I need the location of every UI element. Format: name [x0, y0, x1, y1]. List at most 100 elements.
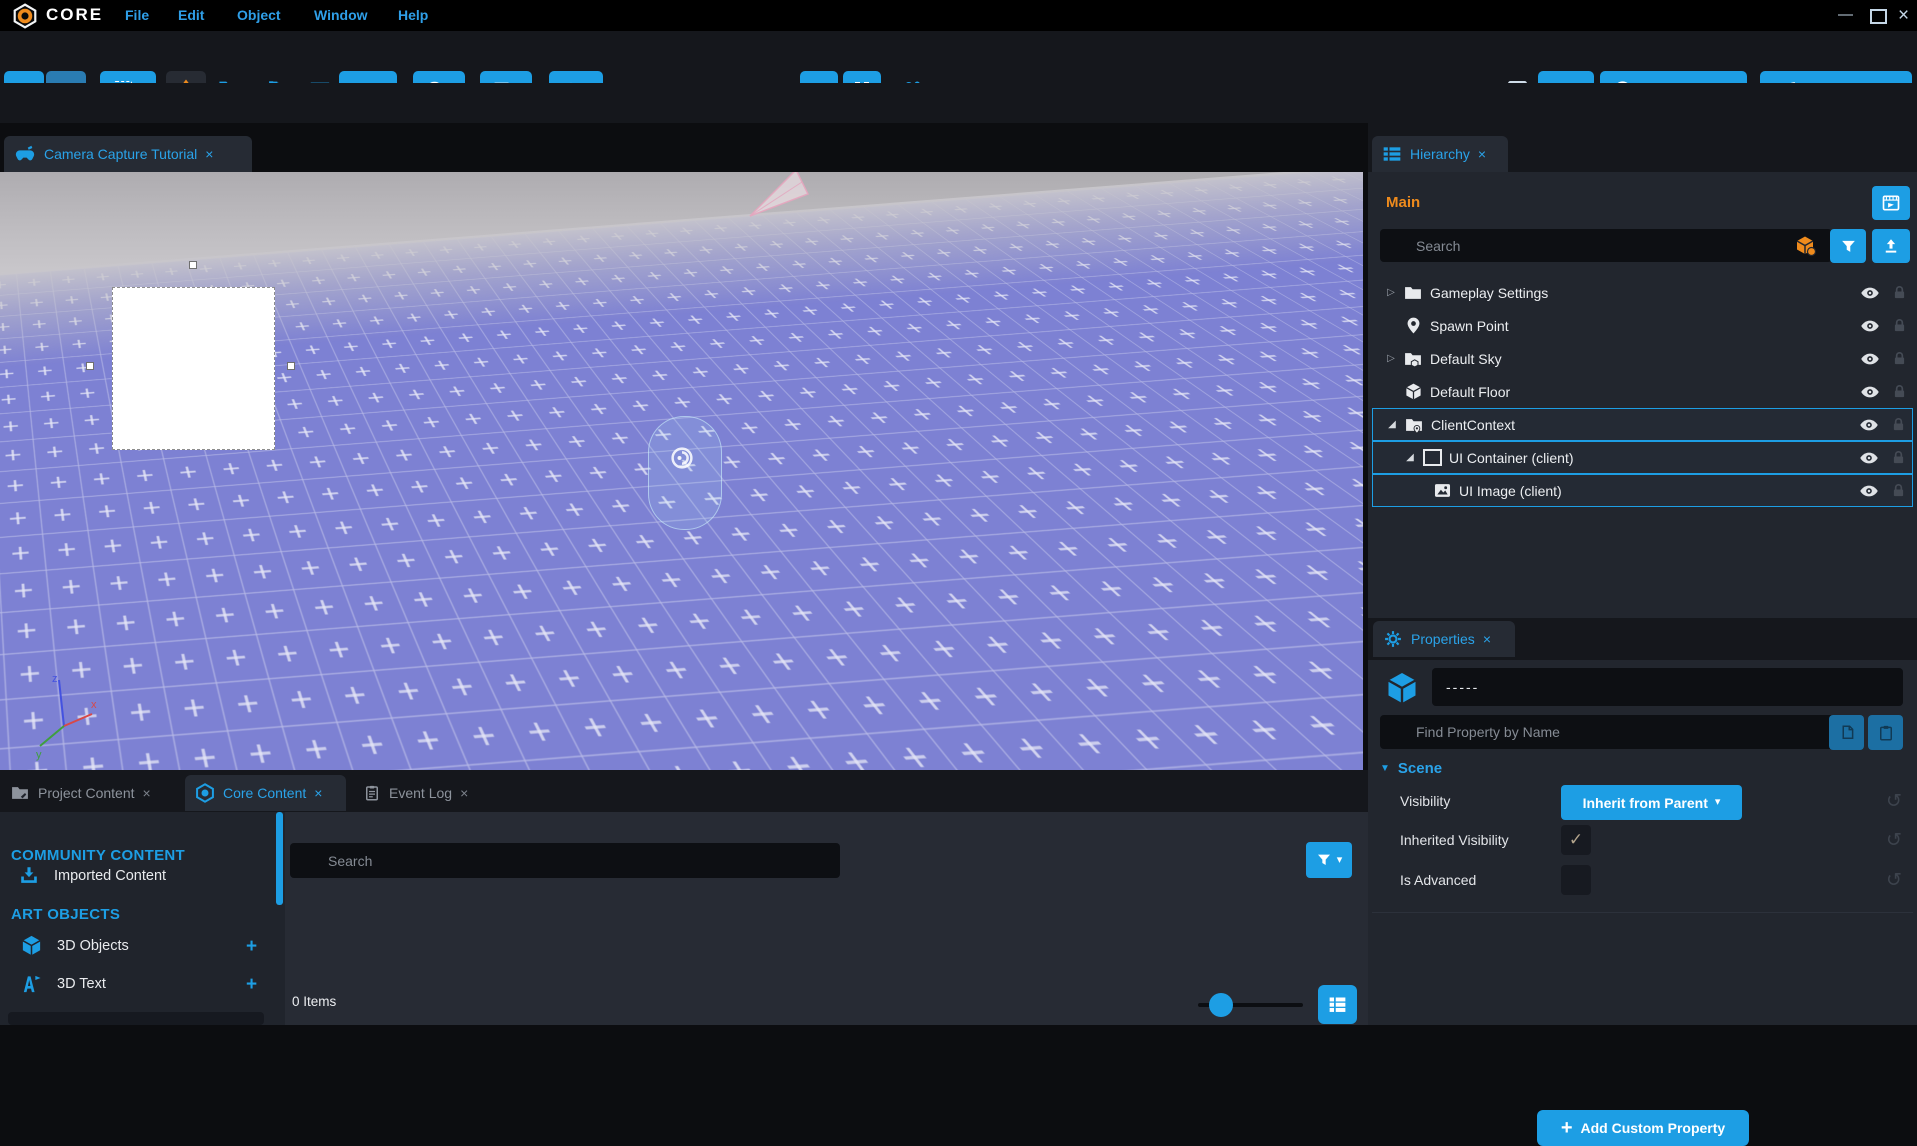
sidebar-item-partial[interactable] — [8, 1012, 264, 1025]
scene-select-button[interactable] — [1872, 186, 1910, 220]
orange-cube-icon — [1794, 234, 1818, 258]
tab-core-content[interactable]: Core Content × — [185, 775, 346, 811]
add-3d-objects-button[interactable]: + — [246, 936, 257, 958]
content-panel: Project Content × Core Content × Event L… — [0, 770, 1368, 1025]
menu-window[interactable]: Window — [314, 7, 368, 23]
copy-properties-button[interactable] — [1829, 715, 1864, 750]
resize-handle-left[interactable] — [86, 362, 94, 370]
hierarchy-filter-button[interactable] — [1830, 229, 1866, 263]
film-scene-icon — [1881, 193, 1901, 213]
hierarchy-item-label: Spawn Point — [1430, 318, 1855, 334]
inherited-visibility-checkbox[interactable]: ✓ — [1561, 825, 1591, 855]
lock-icon[interactable] — [1884, 416, 1912, 433]
performance-bar: Max Players Performance Limits: 16/30,00… — [0, 83, 1917, 123]
tab-project-content[interactable]: Project Content × — [0, 775, 183, 811]
find-property-input[interactable] — [1380, 715, 1841, 749]
expand-collapsed-icon[interactable]: ▷ — [1382, 353, 1400, 364]
thumbnail-size-slider-thumb[interactable] — [1209, 993, 1233, 1017]
close-icon[interactable]: × — [143, 785, 151, 801]
paste-properties-button[interactable] — [1868, 715, 1903, 750]
visibility-eye-icon[interactable] — [1855, 382, 1885, 402]
expand-expanded-icon[interactable]: ◢ — [1401, 452, 1419, 463]
reset-icon[interactable]: ↺ — [1886, 869, 1902, 891]
visibility-eye-icon[interactable] — [1855, 349, 1885, 369]
reset-icon[interactable]: ↺ — [1886, 829, 1902, 851]
object-name-input[interactable] — [1432, 668, 1903, 706]
resize-handle-right[interactable] — [287, 362, 295, 370]
spawn-point-gizmo[interactable] — [648, 416, 722, 530]
lock-icon[interactable] — [1884, 449, 1912, 466]
menu-object[interactable]: Object — [237, 7, 281, 23]
menubar: CORE File Edit Object Window Help — × — [0, 0, 1917, 31]
close-icon[interactable]: × — [205, 146, 213, 162]
visibility-eye-icon[interactable] — [1854, 448, 1884, 468]
tab-event-log[interactable]: Event Log × — [353, 775, 481, 811]
folder-sky-icon — [1400, 349, 1426, 369]
hierarchy-row-ui-container[interactable]: ◢ UI Container (client) — [1372, 441, 1913, 474]
maximize-icon[interactable] — [1870, 9, 1887, 24]
section-scene-label: Scene — [1398, 760, 1442, 777]
sidebar-item-3d-text[interactable]: 3D Text — [20, 972, 106, 995]
properties-panel: ▼ Scene Visibility Inherit from Parent ▾… — [1368, 660, 1917, 1025]
sidebar-scrollbar[interactable] — [276, 812, 283, 905]
reset-icon[interactable]: ↺ — [1886, 790, 1902, 812]
close-icon[interactable]: × — [460, 785, 468, 801]
visibility-eye-icon[interactable] — [1854, 481, 1884, 501]
visibility-eye-icon[interactable] — [1854, 415, 1884, 435]
close-icon[interactable]: × — [1483, 631, 1491, 647]
content-panel-body: COMMUNITY CONTENT Imported Content ART O… — [0, 812, 1368, 1025]
close-icon[interactable]: × — [314, 785, 322, 801]
expand-expanded-icon[interactable]: ◢ — [1383, 419, 1401, 430]
content-filter-button[interactable]: ▾ — [1306, 842, 1352, 878]
hierarchy-row-ui-image[interactable]: UI Image (client) — [1372, 474, 1913, 507]
hierarchy-search-input[interactable] — [1380, 229, 1832, 262]
cone-gizmo[interactable] — [742, 172, 814, 222]
scene-name-label: Main — [1386, 194, 1420, 211]
tab-properties[interactable]: Properties × — [1373, 621, 1515, 657]
close-icon[interactable]: × — [1898, 6, 1909, 25]
sidebar-item-3d-objects[interactable]: 3D Objects — [20, 934, 129, 957]
export-button[interactable] — [1872, 229, 1910, 263]
community-content-header: COMMUNITY CONTENT — [11, 847, 185, 864]
add-3d-text-button[interactable]: + — [246, 974, 257, 996]
sidebar-item-imported-content[interactable]: Imported Content — [18, 865, 166, 887]
minimize-icon[interactable]: — — [1838, 7, 1853, 22]
hierarchy-row-default-floor[interactable]: Default Floor — [1372, 375, 1913, 408]
lock-icon[interactable] — [1884, 482, 1912, 499]
viewport-3d[interactable]: z x y — [0, 172, 1363, 770]
svg-text:x: x — [91, 699, 97, 711]
hierarchy-item-label: ClientContext — [1431, 417, 1854, 433]
hierarchy-row-gameplay-settings[interactable]: ▷ Gameplay Settings — [1372, 276, 1913, 309]
is-advanced-checkbox[interactable] — [1561, 865, 1591, 895]
close-icon[interactable]: × — [1478, 146, 1486, 162]
expand-collapsed-icon[interactable]: ▷ — [1382, 287, 1400, 298]
add-custom-property-button[interactable]: + Add Custom Property — [1537, 1110, 1749, 1146]
menu-help[interactable]: Help — [398, 7, 428, 23]
lock-icon[interactable] — [1885, 350, 1913, 367]
ui-image-canvas-rect[interactable] — [112, 287, 275, 450]
menu-edit[interactable]: Edit — [178, 7, 204, 23]
visibility-eye-icon[interactable] — [1855, 283, 1885, 303]
hierarchy-row-default-sky[interactable]: ▷ Default Sky — [1372, 342, 1913, 375]
ui-container-icon — [1419, 449, 1445, 466]
lock-icon[interactable] — [1885, 383, 1913, 400]
content-search-input[interactable] — [290, 843, 840, 878]
list-view-button[interactable] — [1318, 985, 1357, 1024]
lock-icon[interactable] — [1885, 284, 1913, 301]
right-panel-column: Hierarchy × Main ▷ Gameplay Settings — [1368, 123, 1917, 1025]
hierarchy-row-clientcontext[interactable]: ◢ ClientContext — [1372, 408, 1913, 441]
tab-hierarchy[interactable]: Hierarchy × — [1372, 136, 1508, 172]
viewport-tab-label: Camera Capture Tutorial — [44, 146, 197, 162]
visibility-dropdown[interactable]: Inherit from Parent ▾ — [1561, 785, 1742, 820]
menu-file[interactable]: File — [125, 7, 149, 23]
visibility-value: Inherit from Parent — [1583, 795, 1708, 811]
3d-text-icon — [20, 972, 43, 995]
gamepad-icon — [14, 143, 36, 165]
hierarchy-row-spawn-point[interactable]: Spawn Point — [1372, 309, 1913, 342]
visibility-eye-icon[interactable] — [1855, 316, 1885, 336]
template-cube-button[interactable] — [1789, 229, 1823, 263]
resize-handle-top[interactable] — [189, 261, 197, 269]
lock-icon[interactable] — [1885, 317, 1913, 334]
viewport-tab[interactable]: Camera Capture Tutorial × — [4, 136, 252, 172]
section-scene-header[interactable]: ▼ Scene — [1380, 760, 1442, 777]
